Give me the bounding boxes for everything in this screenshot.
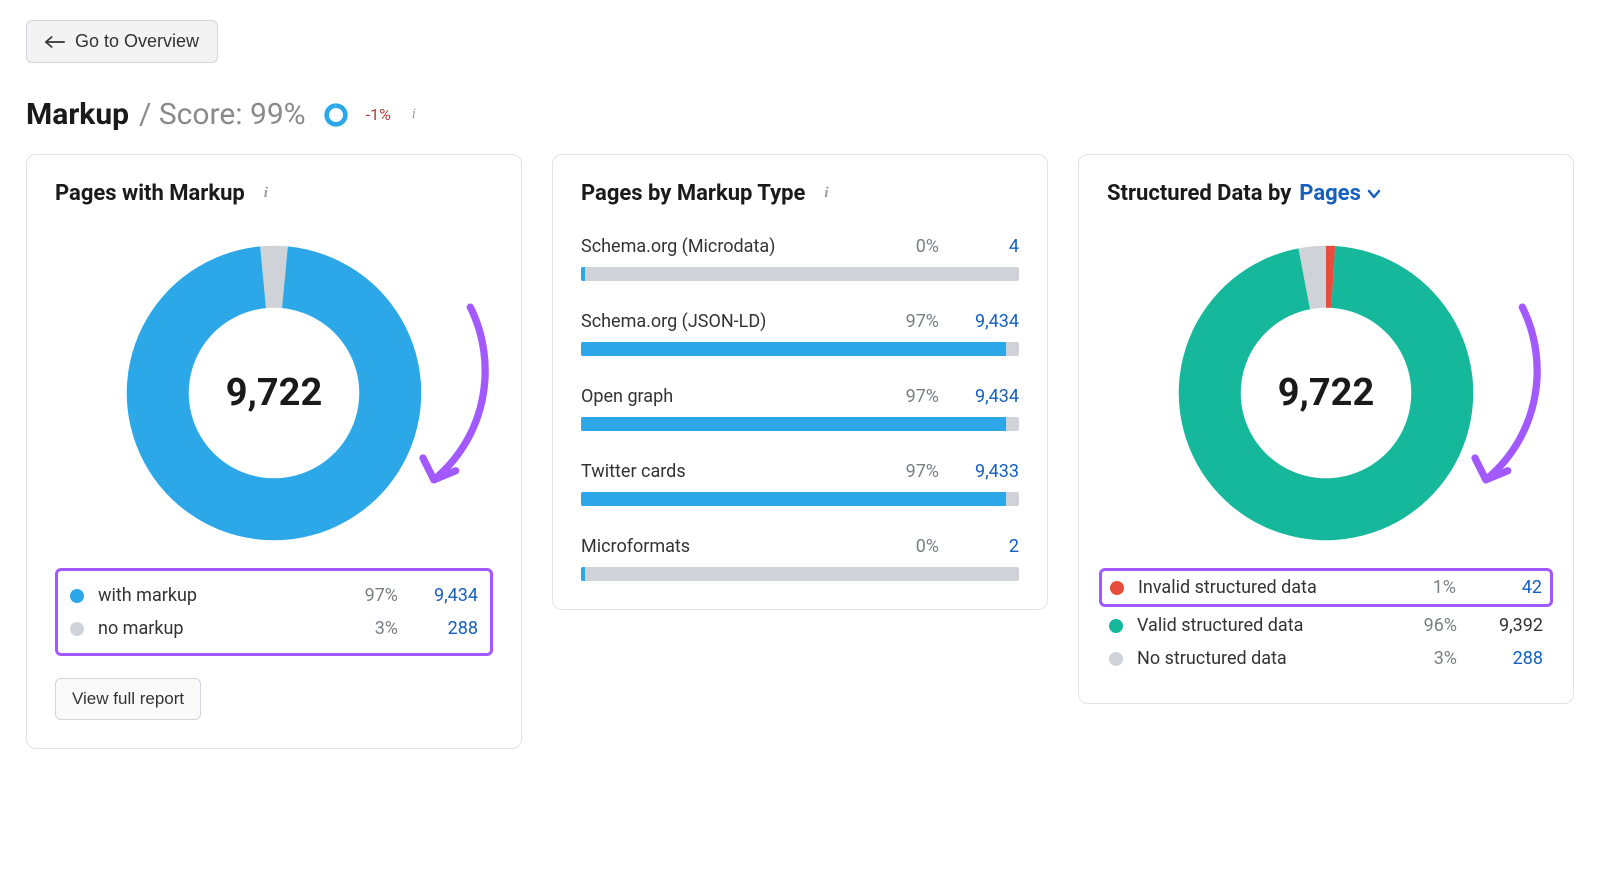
legend-count: 9,392 [1467, 615, 1543, 636]
legend-label: no markup [98, 618, 328, 639]
donut-total-label: 9,722 [1107, 238, 1545, 548]
bar-item[interactable]: Microformats 0% 2 [581, 536, 1019, 581]
bar-fill [581, 267, 585, 281]
bar-track [581, 417, 1019, 431]
view-full-report-label: View full report [72, 689, 184, 709]
legend-count: 42 [1466, 577, 1542, 598]
bar-item[interactable]: Schema.org (JSON-LD) 97% 9,434 [581, 311, 1019, 356]
chevron-down-icon [1367, 187, 1381, 201]
bar-count: 9,433 [949, 461, 1019, 482]
legend-row[interactable]: Invalid structured data 1% 42 [1099, 568, 1553, 607]
bar-label: Twitter cards [581, 461, 869, 482]
legend-count: 9,434 [408, 585, 478, 606]
card-pages-with-markup: Pages with Markup i 9,722 with markup 97%… [26, 154, 522, 749]
bar-percent: 97% [879, 386, 939, 407]
bar-track [581, 492, 1019, 506]
legend-percent: 3% [1401, 648, 1457, 669]
dropdown-selected-label: Pages [1299, 181, 1361, 206]
bar-item[interactable]: Twitter cards 97% 9,433 [581, 461, 1019, 506]
bar-item[interactable]: Schema.org (Microdata) 0% 4 [581, 236, 1019, 281]
card-title: Pages by Markup Type i [581, 181, 1019, 206]
bar-fill [581, 567, 585, 581]
legend-percent: 97% [338, 585, 398, 606]
card-title-text: Pages by Markup Type [581, 181, 805, 206]
legend-label: No structured data [1137, 648, 1391, 669]
legend-dot-icon [70, 589, 84, 603]
legend-dot-icon [70, 622, 84, 636]
score-delta: -1% [366, 105, 391, 124]
legend-percent: 3% [338, 618, 398, 639]
legend-label: with markup [98, 585, 328, 606]
go-to-overview-label: Go to Overview [75, 31, 199, 52]
page-header: Markup / Score: 99% -1% i [26, 97, 1574, 132]
legend-row[interactable]: No structured data 3% 288 [1107, 642, 1545, 675]
page-title: Markup [26, 97, 129, 132]
bar-count: 9,434 [949, 386, 1019, 407]
cards-row: Pages with Markup i 9,722 with markup 97%… [26, 154, 1574, 749]
bar-item[interactable]: Open graph 97% 9,434 [581, 386, 1019, 431]
card-title: Pages with Markup i [55, 181, 493, 206]
legend-percent: 1% [1400, 577, 1456, 598]
bar-fill [581, 342, 1006, 356]
arrow-left-icon [45, 35, 65, 49]
legend-label: Valid structured data [1137, 615, 1391, 636]
card-title-text: Pages with Markup [55, 181, 245, 206]
bar-list: Schema.org (Microdata) 0% 4 Schema.org (JSO… [581, 236, 1019, 581]
bar-track [581, 342, 1019, 356]
donut-structured-data: 9,722 [1107, 238, 1545, 548]
card-pages-by-markup-type: Pages by Markup Type i Schema.org (Micro… [552, 154, 1048, 610]
info-icon[interactable]: i [257, 185, 275, 203]
bar-percent: 0% [879, 236, 939, 257]
info-icon[interactable]: i [817, 185, 835, 203]
legend-row[interactable]: no markup 3% 288 [68, 612, 480, 645]
legend-label: Invalid structured data [1138, 577, 1390, 598]
go-to-overview-button[interactable]: Go to Overview [26, 20, 218, 63]
bar-track [581, 267, 1019, 281]
bar-count: 4 [949, 236, 1019, 257]
bar-label: Microformats [581, 536, 869, 557]
legend-count: 288 [408, 618, 478, 639]
score-label: / Score: 99% [139, 97, 306, 132]
legend-dot-icon [1110, 581, 1124, 595]
bar-fill [581, 492, 1006, 506]
info-icon[interactable]: i [405, 106, 423, 124]
legend-count: 288 [1467, 648, 1543, 669]
donut-total-label: 9,722 [55, 238, 493, 548]
card-title: Structured Data by Pages [1107, 181, 1545, 206]
bar-label: Open graph [581, 386, 869, 407]
legend-dot-icon [1109, 652, 1123, 666]
bar-track [581, 567, 1019, 581]
legend-row[interactable]: with markup 97% 9,434 [68, 579, 480, 612]
view-full-report-button[interactable]: View full report [55, 678, 201, 720]
bar-count: 9,434 [949, 311, 1019, 332]
bar-percent: 97% [879, 461, 939, 482]
card-title-prefix: Structured Data by [1107, 181, 1291, 206]
bar-label: Schema.org (Microdata) [581, 236, 869, 257]
legend-percent: 96% [1401, 615, 1457, 636]
bar-percent: 97% [879, 311, 939, 332]
bar-percent: 0% [879, 536, 939, 557]
card-structured-data: Structured Data by Pages 9,722 Invalid s… [1078, 154, 1574, 704]
structured-data-dropdown[interactable]: Pages [1299, 181, 1381, 206]
bar-label: Schema.org (JSON-LD) [581, 311, 869, 332]
bar-count: 2 [949, 536, 1019, 557]
legend-dot-icon [1109, 619, 1123, 633]
score-mini-donut-icon [322, 101, 350, 129]
bar-fill [581, 417, 1006, 431]
legend-row[interactable]: Valid structured data 96% 9,392 [1107, 609, 1545, 642]
legend-pages-with-markup: with markup 97% 9,434 no markup 3% 288 [55, 568, 493, 656]
donut-pages-with-markup: 9,722 [55, 238, 493, 548]
legend-structured-data: Invalid structured data 1% 42 Valid structu… [1107, 568, 1545, 675]
